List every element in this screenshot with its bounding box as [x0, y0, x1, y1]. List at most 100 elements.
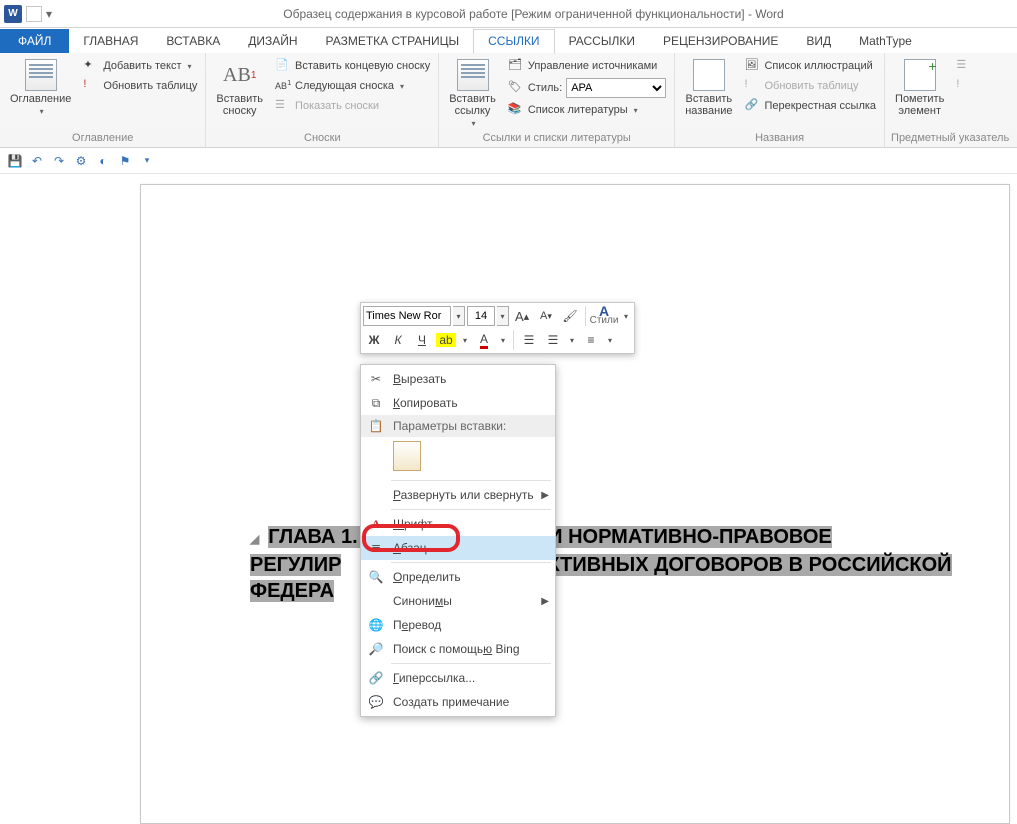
chevron-down-icon: ▾ [188, 62, 192, 71]
ctx-translate-label: Перевод [393, 618, 441, 632]
font-size-input[interactable] [467, 306, 495, 326]
ctx-font[interactable]: A Шрифт... [361, 512, 555, 536]
undo-button[interactable]: ↶ [28, 152, 46, 170]
index-extra-1: ☰ [954, 57, 974, 75]
tab-references[interactable]: ССЫЛКИ [473, 29, 554, 54]
cross-reference-button[interactable]: 🔗 Перекрестная ссылка [742, 97, 878, 115]
shrink-font-button[interactable]: A▾ [535, 305, 557, 327]
context-menu: ✂ Вырезать ⧉ Копировать 📋 Параметры вста… [360, 364, 556, 717]
group-footnotes: AB1 Вставить сноску 📄 Вставить концевую … [206, 53, 439, 147]
add-text-button[interactable]: ✦ Добавить текст ▾ [81, 57, 199, 75]
font-color-button[interactable]: A [473, 329, 495, 351]
page[interactable] [140, 184, 1010, 824]
heading-line3-a: ФЕДЕРА [250, 580, 334, 602]
numbering-dropdown[interactable]: ▾ [604, 330, 616, 350]
insert-citation-button[interactable]: Вставить ссылку ▾ [445, 57, 500, 130]
tab-design[interactable]: ДИЗАЙН [234, 30, 311, 53]
bullets-dropdown[interactable]: ▾ [566, 330, 578, 350]
font-name-dropdown[interactable]: ▾ [453, 306, 465, 326]
contrast-button[interactable]: ◐ [94, 152, 112, 170]
font-name-input[interactable] [363, 306, 451, 326]
highlight-dropdown[interactable]: ▾ [459, 330, 471, 350]
tab-home[interactable]: ГЛАВНАЯ [69, 30, 152, 53]
save-button[interactable]: 💾 [6, 152, 24, 170]
citation-style-select[interactable]: APA [566, 78, 666, 98]
tab-mathtype[interactable]: MathType [845, 30, 926, 53]
ctx-synonyms[interactable]: Синонимы ▶ [361, 589, 555, 613]
heading-line2-a: РЕГУЛИР [250, 554, 341, 576]
ctx-paragraph[interactable]: ≣ Абзац... [361, 536, 555, 560]
next-footnote-button[interactable]: AB1 Следующая сноска ▾ [273, 77, 432, 95]
increase-indent-button[interactable]: ☰ [542, 329, 564, 351]
footnote-icon: AB1 [224, 59, 256, 91]
bold-button[interactable]: Ж [363, 329, 385, 351]
tab-mailings[interactable]: РАССЫЛКИ [555, 30, 649, 53]
define-icon: 🔍 [367, 568, 385, 586]
grow-font-button[interactable]: A▴ [511, 305, 533, 327]
group-table-of-contents: Оглавление ▾ ✦ Добавить текст ▾ ! Обнови… [0, 53, 206, 147]
flag-button[interactable]: ⚑ [116, 152, 134, 170]
mark-entry-icon: + [904, 59, 936, 91]
styles-button[interactable]: A Стили [590, 305, 618, 327]
font-color-dropdown[interactable]: ▾ [497, 330, 509, 350]
tab-review[interactable]: РЕЦЕНЗИРОВАНИЕ [649, 30, 792, 53]
redo-button[interactable]: ↷ [50, 152, 68, 170]
format-painter-button[interactable]: 🖌 [559, 305, 581, 327]
quick-access-toolbar: 💾 ↶ ↷ ⚙ ◐ ⚑ ▾ [0, 148, 1017, 174]
add-text-icon: ✦ [83, 58, 99, 74]
table-of-contents-button[interactable]: Оглавление ▾ [6, 57, 75, 118]
underline-button[interactable]: Ч [411, 329, 433, 351]
group-citations: Вставить ссылку ▾ 🗂 Управление источника… [439, 53, 675, 147]
qat-blank-doc-icon[interactable] [26, 6, 42, 22]
blank-icon [367, 486, 385, 504]
blank-icon [367, 592, 385, 610]
insert-footnote-button[interactable]: AB1 Вставить сноску [212, 57, 267, 119]
window-title: Образец содержания в курсовой работе [Ре… [54, 7, 1013, 21]
ctx-paste-header-label: Параметры вставки: [393, 419, 506, 433]
styles-dropdown[interactable]: ▾ [620, 306, 632, 326]
comment-icon: 💬 [367, 693, 385, 711]
bing-icon: 🔎 [367, 640, 385, 658]
qat-customize-dropdown[interactable]: ▾ [44, 7, 54, 21]
qat-more-dropdown[interactable]: ▾ [138, 152, 156, 170]
index-extra-2: ! [954, 77, 974, 95]
decrease-indent-button[interactable]: ☰ [518, 329, 540, 351]
collapse-caret-icon[interactable]: ◢ [250, 532, 259, 546]
ctx-translate[interactable]: 🌐 Перевод [361, 613, 555, 637]
ctx-paste-options [361, 437, 555, 478]
insert-citation-label: Вставить ссылку [449, 93, 496, 117]
ctx-hyperlink[interactable]: 🔗 Гиперссылка... [361, 666, 555, 690]
tab-insert[interactable]: ВСТАВКА [152, 30, 234, 53]
manage-sources-button[interactable]: 🗂 Управление источниками [506, 57, 668, 75]
insert-caption-button[interactable]: Вставить название [681, 57, 736, 119]
highlight-button[interactable]: ab [435, 329, 457, 351]
tab-page-layout[interactable]: РАЗМЕТКА СТРАНИЦЫ [312, 30, 474, 53]
ctx-search-bing[interactable]: 🔎 Поиск с помощью Bing [361, 637, 555, 661]
ctx-new-comment[interactable]: 💬 Создать примечание [361, 690, 555, 714]
ctx-cut[interactable]: ✂ Вырезать [361, 367, 555, 391]
numbering-button[interactable]: ≡ [580, 329, 602, 351]
toc-label: Оглавление [10, 93, 71, 105]
italic-button[interactable]: К [387, 329, 409, 351]
ctx-define[interactable]: 🔍 Определить [361, 565, 555, 589]
update-toc-label: Обновить таблицу [103, 80, 197, 92]
show-notes-label: Показать сноски [295, 100, 379, 112]
table-of-figures-button[interactable]: 🖼 Список иллюстраций [742, 57, 878, 75]
ctx-copy[interactable]: ⧉ Копировать [361, 391, 555, 415]
font-a-icon: A [367, 515, 385, 533]
mark-entry-button[interactable]: + Пометить элемент [891, 57, 948, 119]
font-size-dropdown[interactable]: ▾ [497, 306, 509, 326]
ctx-hyperlink-label: Гиперссылка... [393, 671, 475, 685]
insert-endnote-button[interactable]: 📄 Вставить концевую сноску [273, 57, 432, 75]
heading-line1-a: ГЛАВА 1. [268, 526, 363, 548]
bibliography-button[interactable]: 📚 Список литературы ▾ [506, 101, 668, 119]
group-label-captions: Названия [681, 130, 878, 147]
ctx-expand-collapse[interactable]: Развернуть или свернуть ▶ [361, 483, 555, 507]
ctx-paste-header: 📋 Параметры вставки: [361, 415, 555, 437]
paste-keep-source-icon[interactable] [393, 441, 421, 471]
tab-file[interactable]: ФАЙЛ [0, 29, 69, 53]
ribbon-tabs: ФАЙЛ ГЛАВНАЯ ВСТАВКА ДИЗАЙН РАЗМЕТКА СТР… [0, 28, 1017, 53]
settings-button[interactable]: ⚙ [72, 152, 90, 170]
update-toc-button[interactable]: ! Обновить таблицу [81, 77, 199, 95]
tab-view[interactable]: ВИД [792, 30, 845, 53]
